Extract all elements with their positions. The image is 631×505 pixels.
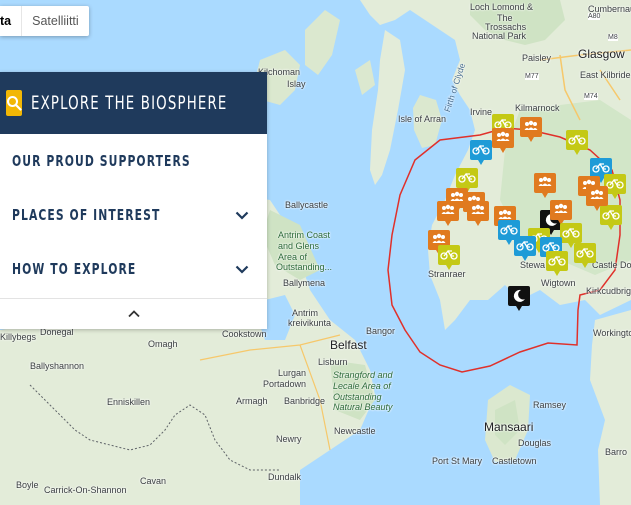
accordion-label: OUR PROUD SUPPORTERS xyxy=(12,152,191,170)
group-icon xyxy=(437,201,459,226)
group-icon xyxy=(492,128,514,153)
group-icon xyxy=(534,173,556,198)
place-antrim-coast: Antrim Coast xyxy=(278,230,331,240)
road-m74: M74 xyxy=(584,93,598,100)
place-castletown: Castletown xyxy=(492,456,537,466)
place-mansaari: Mansaari xyxy=(484,420,534,434)
place-banbridge: Banbridge xyxy=(284,396,326,406)
map-type-satellite-button[interactable]: Satelliitti xyxy=(22,6,89,36)
map-marker[interactable] xyxy=(566,130,588,156)
place-national-park: National Park xyxy=(472,31,527,41)
place-paisley: Paisley xyxy=(522,53,552,63)
map-marker[interactable] xyxy=(520,117,542,143)
map-marker[interactable] xyxy=(467,201,489,227)
place-ballycastle: Ballycastle xyxy=(285,200,329,210)
place-wigtown: Wigtown xyxy=(541,278,576,288)
place-dundalk: Dundalk xyxy=(268,472,302,482)
group-icon xyxy=(586,186,608,211)
panel-title: EXPLORE THE BIOSPHERE xyxy=(31,92,228,114)
place-portadown: Portadown xyxy=(263,379,307,389)
place-douglas: Douglas xyxy=(518,438,552,448)
explore-panel: EXPLORE THE BIOSPHERE OUR PROUD SUPPORTE… xyxy=(0,72,267,329)
place-ramsey: Ramsey xyxy=(533,400,567,410)
map-marker[interactable] xyxy=(514,236,536,262)
map-marker[interactable] xyxy=(508,286,530,312)
road-m77: M77 xyxy=(525,73,539,80)
search-icon xyxy=(7,96,22,111)
place-ballyshannon: Ballyshannon xyxy=(30,361,85,371)
map-marker[interactable] xyxy=(546,251,568,277)
place-kreivikunta: kreivikunta xyxy=(288,318,332,328)
place-boyle: Boyle xyxy=(16,480,39,490)
road-a80: A80 xyxy=(588,13,601,20)
place-strangford-2: Lecale Area of xyxy=(333,381,391,391)
place-castle-douglas: Castle Dou xyxy=(592,260,631,270)
accordion-how-to-explore[interactable]: HOW TO EXPLORE xyxy=(0,242,267,296)
place-cookstown: Cookstown xyxy=(222,329,267,339)
place-glasgow: Glasgow xyxy=(578,47,625,61)
place-area-of: Area of xyxy=(278,252,308,262)
place-omagh: Omagh xyxy=(148,339,178,349)
place-belfast: Belfast xyxy=(330,338,367,352)
accordion-label: HOW TO EXPLORE xyxy=(12,260,137,278)
map-marker[interactable] xyxy=(437,201,459,227)
accordion-label: PLACES OF INTEREST xyxy=(12,206,161,224)
road-m8: M8 xyxy=(608,34,618,41)
search-button[interactable] xyxy=(6,90,22,116)
place-port-st-mary: Port St Mary xyxy=(432,456,483,466)
place-newry: Newry xyxy=(276,434,302,444)
place-workington: Workingto xyxy=(593,328,631,338)
accordion-places-of-interest[interactable]: PLACES OF INTEREST xyxy=(0,188,267,242)
place-ballymena: Ballymena xyxy=(283,278,326,288)
place-bangor: Bangor xyxy=(366,326,396,336)
panel-header: EXPLORE THE BIOSPHERE xyxy=(0,72,267,134)
bicycle-icon xyxy=(574,243,596,268)
bicycle-icon xyxy=(470,140,492,165)
place-loch-lomond: Loch Lomond & xyxy=(470,2,534,12)
bicycle-icon xyxy=(566,130,588,155)
place-outstanding: Outstanding... xyxy=(276,262,333,272)
group-icon xyxy=(467,201,489,226)
map-type-map-button[interactable]: ta xyxy=(0,6,21,36)
map-marker[interactable] xyxy=(438,245,460,271)
place-antrim: Antrim xyxy=(292,308,319,318)
place-islay: Islay xyxy=(287,79,306,89)
map-type-control: ta Satelliitti xyxy=(0,6,89,36)
place-strangford-4: Natural Beauty xyxy=(333,402,393,412)
moon-icon xyxy=(508,286,530,311)
chevron-down-icon xyxy=(235,211,249,220)
place-irvine: Irvine xyxy=(470,107,493,117)
place-and-glens: and Glens xyxy=(278,241,320,251)
place-lisburn: Lisburn xyxy=(318,357,348,367)
chevron-down-icon xyxy=(235,265,249,274)
bicycle-icon xyxy=(546,251,568,276)
bicycle-icon xyxy=(514,236,536,261)
place-barro: Barro xyxy=(605,447,628,457)
place-east-kilbride: East Kilbride xyxy=(580,70,631,80)
place-newcastle: Newcastle xyxy=(334,426,376,436)
place-strangford-3: Outstanding xyxy=(333,392,382,402)
chevron-up-icon xyxy=(127,310,140,318)
place-lurgan: Lurgan xyxy=(278,368,307,378)
place-cavan: Cavan xyxy=(140,476,167,486)
map-marker[interactable] xyxy=(534,173,556,199)
map-marker[interactable] xyxy=(470,140,492,166)
group-icon xyxy=(520,117,542,142)
place-isle-of-arran: Isle of Arran xyxy=(398,114,447,124)
place-armagh: Armagh xyxy=(236,396,268,406)
collapse-panel-button[interactable] xyxy=(0,298,267,329)
bicycle-icon xyxy=(438,245,460,270)
map-marker[interactable] xyxy=(492,128,514,154)
place-killybegs: Killybegs xyxy=(0,332,37,342)
map-marker[interactable] xyxy=(574,243,596,269)
map-marker[interactable] xyxy=(586,186,608,212)
place-kilmarnock: Kilmarnock xyxy=(515,103,560,113)
place-enniskillen: Enniskillen xyxy=(107,397,151,407)
accordion-supporters[interactable]: OUR PROUD SUPPORTERS xyxy=(0,134,267,188)
place-carrick: Carrick-On-Shannon xyxy=(44,485,127,495)
place-kirkcudbright: Kirkcudbright xyxy=(586,286,631,296)
place-strangford-1: Strangford and xyxy=(333,370,393,380)
